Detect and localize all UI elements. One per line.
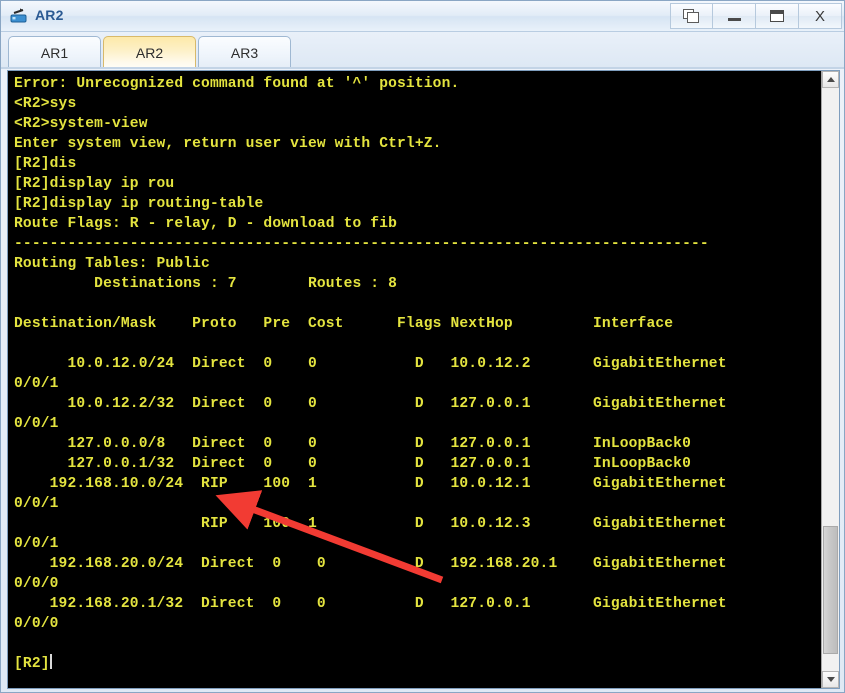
scrollbar-up-button[interactable]	[822, 71, 839, 88]
maximize-icon	[770, 10, 784, 22]
chevron-up-icon	[826, 77, 835, 82]
cli-window: AR2 X AR1 AR2 AR3 Error: Unrecognized co…	[0, 0, 845, 693]
minimize-icon	[727, 18, 741, 21]
tab-ar1[interactable]: AR1	[8, 36, 101, 69]
tab-ar2-label: AR2	[135, 45, 164, 61]
tab-strip: AR1 AR2 AR3	[1, 32, 844, 69]
tab-ar1-label: AR1	[40, 45, 69, 61]
terminal-cursor	[49, 654, 52, 669]
restore-window-button[interactable]	[670, 3, 713, 29]
window-controls: X	[670, 3, 842, 30]
tab-ar3-label: AR3	[230, 45, 259, 61]
minimize-window-button[interactable]	[713, 3, 756, 29]
router-icon	[9, 5, 29, 25]
chevron-down-icon	[826, 677, 835, 682]
tab-strip-divider	[1, 67, 844, 69]
tab-ar3[interactable]: AR3	[198, 36, 291, 69]
title-bar-left: AR2	[9, 5, 64, 25]
restore-icon	[683, 9, 700, 23]
terminal-output-area[interactable]: Error: Unrecognized command found at '^'…	[8, 71, 822, 688]
window-title: AR2	[35, 7, 64, 23]
title-bar: AR2 X	[1, 1, 844, 32]
scrollbar-down-button[interactable]	[822, 671, 839, 688]
terminal-scrollbar[interactable]	[821, 71, 839, 688]
maximize-window-button[interactable]	[756, 3, 799, 29]
close-window-button[interactable]: X	[799, 3, 842, 29]
scrollbar-thumb[interactable]	[823, 526, 838, 654]
terminal-text: Error: Unrecognized command found at '^'…	[14, 76, 727, 672]
terminal-frame: Error: Unrecognized command found at '^'…	[7, 70, 840, 689]
tab-list: AR1 AR2 AR3	[8, 36, 291, 69]
close-icon: X	[814, 7, 825, 25]
tab-ar2[interactable]: AR2	[103, 36, 196, 69]
